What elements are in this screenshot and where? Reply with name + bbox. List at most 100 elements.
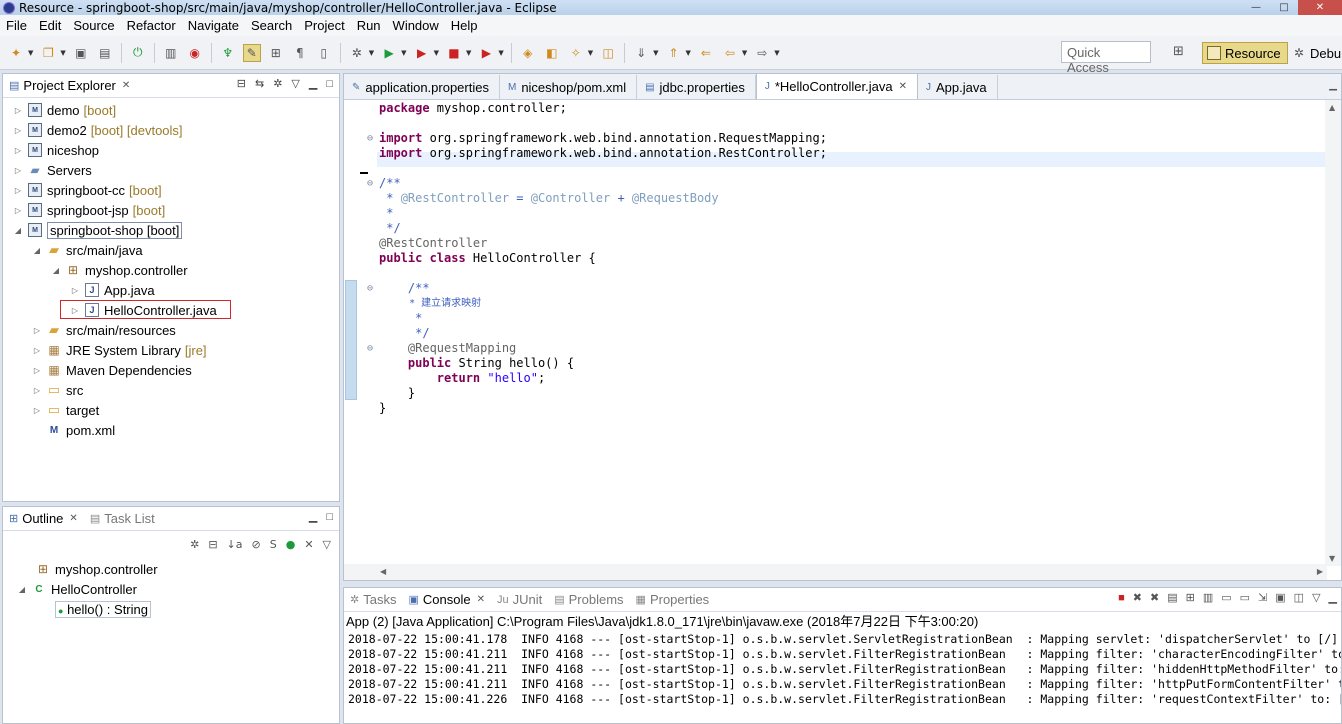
new-icon[interactable]: ✦	[7, 44, 25, 62]
last-edit-location-icon[interactable]: ⇐	[697, 44, 715, 62]
scroll-right-icon[interactable]: ▶	[1317, 567, 1323, 576]
remove-all-terminated-icon[interactable]: ✖	[1150, 591, 1159, 604]
collapse-icon[interactable]: ◢	[17, 585, 27, 594]
close-icon[interactable]: ✕	[69, 513, 77, 524]
tree-item-src[interactable]: ▷ ▭ src	[3, 380, 339, 400]
tab-jdbc-properties[interactable]: ▤ jdbc.properties	[637, 75, 756, 99]
collapse-icon[interactable]: ◢	[13, 226, 23, 235]
focus-icon[interactable]: ✲	[190, 538, 199, 551]
hide-local-types-icon[interactable]: ✕	[304, 538, 313, 551]
quick-access-input[interactable]: Quick Access	[1061, 41, 1151, 75]
tab-problems[interactable]: ▤ Problems	[548, 588, 629, 612]
tree-item-niceshop[interactable]: ▷ M niceshop	[3, 140, 339, 160]
scroll-up-icon[interactable]: ▲	[1329, 103, 1335, 112]
expand-icon[interactable]: ▷	[13, 166, 23, 175]
tree-item-servers[interactable]: ▷ ▰ Servers	[3, 160, 339, 180]
tab-app-java[interactable]: J App.java	[918, 75, 998, 99]
outline-item-method[interactable]: ● hello() : String	[3, 599, 339, 619]
tree-item-demo[interactable]: ▷ M demo [boot]	[3, 100, 339, 120]
browser-icon[interactable]: ◉	[186, 44, 204, 62]
new-wizard-dropdown-icon[interactable]: ▼	[60, 49, 65, 57]
spring-boot-icon[interactable]: ⏻	[129, 44, 147, 62]
search-dropdown-icon[interactable]: ▼	[588, 49, 593, 57]
scroll-left-icon[interactable]: ◀	[380, 567, 386, 576]
tab-tasks[interactable]: ✲ Tasks	[344, 588, 402, 612]
tree-item-springboot-cc[interactable]: ▷ M springboot-cc [boot]	[3, 180, 339, 200]
menu-source[interactable]: Source	[67, 18, 120, 33]
save-all-icon[interactable]: ▤	[96, 44, 114, 62]
toggle-breakpoint-icon[interactable]: ♆	[219, 44, 237, 62]
tree-item-demo2[interactable]: ▷ M demo2 [boot] [devtools]	[3, 120, 339, 140]
fold-icon[interactable]: ⊖	[367, 133, 373, 144]
tab-application-properties[interactable]: ✎ application.properties	[344, 75, 500, 99]
tab-outline[interactable]: ⊞ Outline ✕	[3, 507, 84, 531]
fold-icon[interactable]: ⊖	[367, 178, 373, 189]
tab-task-list[interactable]: ▤ Task List	[84, 507, 161, 531]
tab-niceshop-pom-xml[interactable]: M niceshop/pom.xml	[500, 75, 638, 99]
minimize-view-icon[interactable]: ▁	[309, 510, 317, 523]
close-icon[interactable]: ✕	[899, 81, 907, 92]
close-icon[interactable]: ✕	[477, 594, 485, 605]
expand-icon[interactable]: ▷	[32, 366, 42, 375]
close-icon[interactable]: ✕	[122, 80, 130, 91]
back-dropdown-icon[interactable]: ▼	[742, 49, 747, 57]
save-icon[interactable]: ▣	[72, 44, 90, 62]
menu-run[interactable]: Run	[351, 18, 387, 33]
editor-vertical-scrollbar[interactable]: ▲ ▼	[1325, 100, 1341, 566]
tree-item-springboot-jsp[interactable]: ▷ M springboot-jsp [boot]	[3, 200, 339, 220]
tab-project-explorer[interactable]: ▤ Project Explorer ✕	[3, 74, 136, 98]
open-task-icon[interactable]: ◧	[543, 44, 561, 62]
minimize-view-icon[interactable]: ▁	[1329, 80, 1337, 91]
pin-console-icon[interactable]: ⇲	[1258, 591, 1267, 604]
collapse-icon[interactable]: ◢	[32, 246, 42, 255]
tab-hellocontroller-java[interactable]: J *HelloController.java ✕	[755, 73, 918, 99]
hide-nonpublic-icon[interactable]: ●	[286, 538, 296, 551]
tree-item-springboot-shop[interactable]: ◢ M springboot-shop [boot]	[3, 220, 339, 240]
view-menu-icon[interactable]: ▽	[291, 77, 299, 90]
fold-icon[interactable]: ⊖	[367, 343, 373, 354]
stop-dropdown-icon[interactable]: ▼	[466, 49, 471, 57]
menu-project[interactable]: Project	[298, 18, 350, 33]
tab-console[interactable]: ▣ Console ✕	[402, 588, 491, 612]
hide-fields-icon[interactable]: ⊘	[252, 538, 261, 551]
tab-properties[interactable]: ▦ Properties	[630, 588, 716, 612]
view-menu-icon[interactable]: ▽	[1312, 591, 1320, 604]
outline-item-package[interactable]: ⊞ myshop.controller	[3, 559, 339, 579]
expand-icon[interactable]: ▷	[13, 106, 23, 115]
scroll-down-icon[interactable]: ▼	[1329, 554, 1335, 563]
expand-icon[interactable]: ▷	[32, 326, 42, 335]
open-perspective-icon[interactable]: ⊞	[1173, 44, 1184, 59]
close-button[interactable]: ✕	[1298, 0, 1342, 15]
search-icon[interactable]: ✧	[567, 44, 585, 62]
tab-junit[interactable]: Ju JUnit	[491, 588, 548, 612]
external-tools-icon[interactable]: ▶	[413, 44, 431, 62]
menu-file[interactable]: File	[0, 18, 33, 33]
expand-icon[interactable]: ▷	[32, 386, 42, 395]
tree-item-jre-system-library[interactable]: ▷ ▦ JRE System Library [jre]	[3, 340, 339, 360]
show-whitespace-icon[interactable]: ¶	[291, 44, 309, 62]
expand-icon[interactable]: ▷	[13, 206, 23, 215]
word-wrap-icon[interactable]: ▯	[315, 44, 333, 62]
tree-item-target[interactable]: ▷ ▭ target	[3, 400, 339, 420]
new-dropdown-icon[interactable]: ▼	[28, 49, 33, 57]
word-wrap-icon[interactable]: ▥	[1203, 591, 1213, 604]
perspective-debug[interactable]: ✲ Debu	[1290, 42, 1342, 64]
tree-item-pom-xml[interactable]: M pom.xml	[3, 420, 339, 440]
console-output[interactable]: 2018-07-22 15:00:41.178 INFO 4168 --- [o…	[344, 632, 1341, 707]
minimize-view-icon[interactable]: ▁	[309, 77, 317, 90]
expand-icon[interactable]: ▷	[13, 126, 23, 135]
link-editor-icon[interactable]: ⇆	[255, 77, 264, 90]
expand-icon[interactable]: ▷	[13, 186, 23, 195]
terminate-icon[interactable]: ■	[1118, 592, 1125, 604]
menu-search[interactable]: Search	[245, 18, 298, 33]
menu-refactor[interactable]: Refactor	[121, 18, 182, 33]
minimize-button[interactable]: —	[1242, 0, 1270, 15]
display-console-icon[interactable]: ▣	[1275, 591, 1285, 604]
editor-horizontal-scrollbar[interactable]: ◀ ▶	[344, 564, 1327, 580]
open-folder-icon[interactable]: ◫	[599, 44, 617, 62]
open-console-icon[interactable]: ▥	[162, 44, 180, 62]
outline-item-class[interactable]: ◢ C HelloController	[3, 579, 339, 599]
view-filter-icon[interactable]: ✲	[273, 77, 282, 90]
minimize-view-icon[interactable]: ▁	[1329, 591, 1337, 604]
expand-icon[interactable]: ▷	[13, 146, 23, 155]
